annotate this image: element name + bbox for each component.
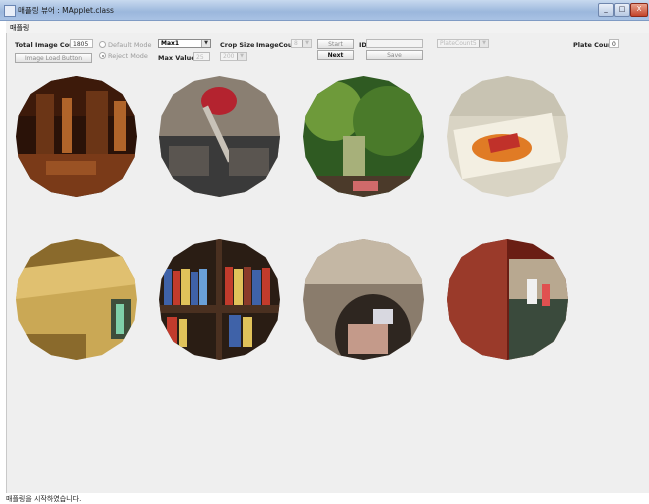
minimize-button[interactable]: _	[598, 3, 614, 17]
chevron-down-icon: ▼	[237, 53, 246, 60]
image-tile-4[interactable]	[447, 76, 568, 197]
snack-bag-image	[447, 76, 568, 197]
title-bar: 매플링 뷰어 : MApplet.class _ □ X	[0, 0, 649, 21]
image-tile-3[interactable]	[303, 76, 424, 197]
reject-mode-label: Reject Mode	[108, 52, 148, 60]
image-count-select[interactable]: 8 ▼	[291, 39, 312, 48]
chevron-down-icon: ▼	[479, 40, 488, 47]
chevron-down-icon: ▼	[302, 40, 311, 47]
plate-select[interactable]: PlateCount5 ▼	[437, 39, 489, 48]
status-bar: 매플링을 시작하였습니다.	[6, 495, 82, 503]
plate-count-field: 0	[609, 39, 619, 48]
menu-bar: 매플링	[6, 21, 649, 33]
max-value-field[interactable]: 25	[193, 52, 210, 61]
image-tile-8[interactable]	[447, 239, 568, 360]
street-door-image	[447, 239, 568, 360]
max-select[interactable]: Max1 ▼	[158, 39, 211, 48]
window-sill-image	[16, 239, 137, 360]
garden-doorway-image	[303, 76, 424, 197]
main-panel: Total Image Count 1805 Image Load Button…	[6, 33, 649, 493]
save-button[interactable]: Save	[366, 50, 423, 60]
plate-select-value: PlateCount5	[440, 40, 477, 47]
bookshelf-image	[159, 239, 280, 360]
image-tile-5[interactable]	[16, 239, 137, 360]
close-button[interactable]: X	[630, 3, 648, 17]
image-tile-1[interactable]	[16, 76, 137, 197]
shoes-and-bag-image	[159, 76, 280, 197]
next-button[interactable]: Next	[317, 50, 354, 60]
id-field[interactable]	[366, 39, 423, 48]
menu-item-mapling[interactable]: 매플링	[10, 23, 29, 33]
app-icon	[4, 5, 16, 17]
default-mode-label: Default Mode	[108, 41, 152, 49]
library-interior-image	[16, 76, 137, 197]
max-select-value: Max1	[161, 40, 180, 47]
image-count-value: 8	[294, 40, 298, 47]
total-image-count-field: 1805	[70, 39, 93, 48]
stone-arch-image	[303, 239, 424, 360]
image-tile-7[interactable]	[303, 239, 424, 360]
maximize-button[interactable]: □	[614, 3, 630, 17]
image-tile-6[interactable]	[159, 239, 280, 360]
image-load-button[interactable]: Image Load Button	[15, 53, 92, 63]
default-mode-radio[interactable]	[99, 41, 106, 48]
chevron-down-icon: ▼	[201, 40, 210, 47]
crop-size-select[interactable]: 200 ▼	[220, 52, 247, 61]
reject-mode-radio[interactable]	[99, 52, 106, 59]
crop-size-label: Crop Size	[220, 41, 255, 49]
start-button[interactable]: Start	[317, 39, 354, 49]
crop-size-value: 200	[223, 53, 235, 60]
image-tile-2[interactable]	[159, 76, 280, 197]
max-value-label: Max Value	[158, 54, 196, 62]
window-title: 매플링 뷰어 : MApplet.class	[18, 6, 114, 15]
